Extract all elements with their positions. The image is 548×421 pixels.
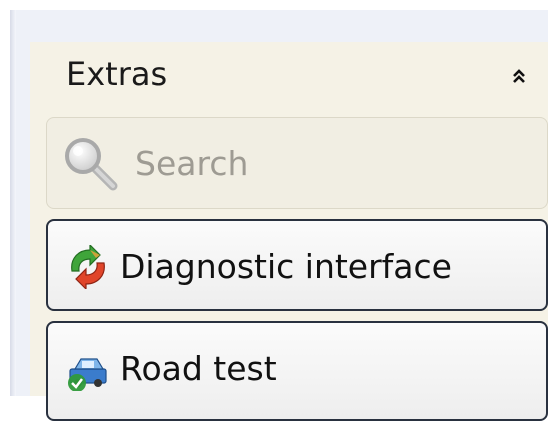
extras-panel-header[interactable]: Extras	[30, 42, 548, 104]
diagnostic-interface-button[interactable]: Diagnostic interface	[46, 219, 548, 311]
left-margin	[0, 0, 10, 396]
magnifier-icon	[65, 138, 118, 191]
car-road-test-icon	[68, 358, 107, 391]
panel-title: Extras	[66, 55, 168, 93]
extras-panel: Extras Search Diagnostic interface Road …	[30, 42, 548, 421]
top-strip	[0, 0, 548, 10]
search-button[interactable]: Search	[46, 117, 548, 209]
refresh-arrows-icon	[71, 245, 105, 289]
road-test-label: Road test	[120, 349, 277, 388]
double-chevron-up-icon[interactable]	[509, 66, 529, 86]
diagnostic-interface-label: Diagnostic interface	[120, 247, 452, 286]
search-label: Search	[135, 144, 249, 183]
road-test-button[interactable]: Road test	[46, 321, 548, 421]
